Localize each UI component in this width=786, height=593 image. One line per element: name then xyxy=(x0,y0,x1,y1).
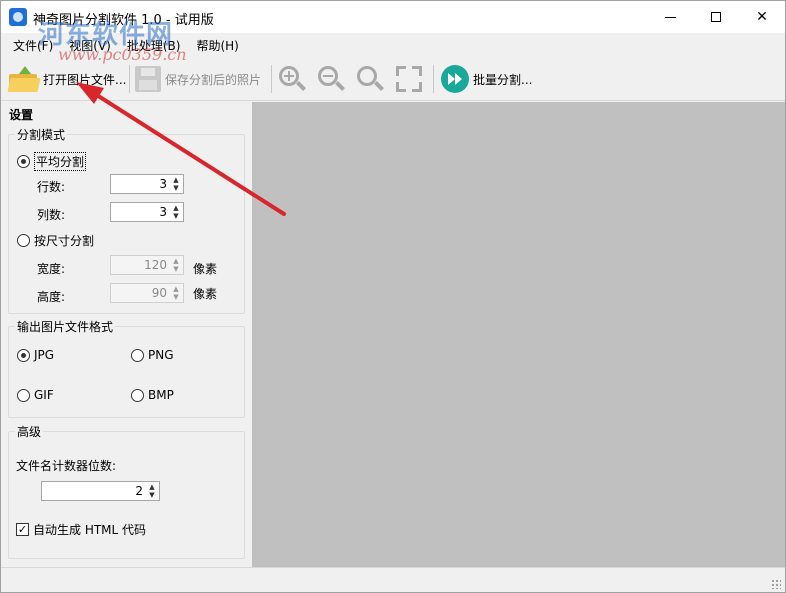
radio-icon xyxy=(131,348,144,362)
zoom-out-icon xyxy=(316,64,346,94)
radio-icon xyxy=(131,388,144,402)
height-spinbox[interactable]: 90 ▲ ▼ xyxy=(110,283,184,303)
app-logo-icon xyxy=(9,8,27,26)
format-png-radio[interactable]: PNG xyxy=(131,348,174,362)
fit-window-button[interactable] xyxy=(394,63,424,95)
close-button[interactable]: ✕ xyxy=(739,1,785,33)
rows-value: 3 xyxy=(159,177,167,191)
batch-split-icon xyxy=(441,65,469,93)
output-format-legend: 输出图片文件格式 xyxy=(15,318,116,335)
batch-split-button[interactable]: 批量分割... xyxy=(441,63,532,95)
format-bmp-label: BMP xyxy=(148,388,174,402)
fit-window-icon xyxy=(394,64,424,94)
radio-icon xyxy=(17,155,30,168)
maximize-icon xyxy=(711,12,721,22)
average-split-radio[interactable]: 平均分割 xyxy=(17,152,87,171)
radio-icon xyxy=(17,388,30,402)
status-bar xyxy=(1,567,785,592)
app-window: 神奇图片分割软件 1.0 - 试用版 ✕ 文件(F) 视图(V) 批处理(B) … xyxy=(0,0,786,593)
minimize-icon xyxy=(664,16,676,18)
split-mode-group: 分割模式 平均分割 行数: 3 ▲ ▼ 列数: 3 ▲ ▼ 按尺寸分割 宽度: … xyxy=(8,126,245,314)
average-split-label: 平均分割 xyxy=(34,152,87,171)
spin-arrows-icon[interactable]: ▲ ▼ xyxy=(171,285,181,301)
close-icon: ✕ xyxy=(756,9,768,25)
rows-spinbox[interactable]: 3 ▲ ▼ xyxy=(110,174,184,194)
format-jpg-radio[interactable]: JPG xyxy=(17,348,54,362)
output-format-group: 输出图片文件格式 JPG PNG GIF BMP xyxy=(8,318,245,418)
width-spinbox[interactable]: 120 ▲ ▼ xyxy=(110,255,184,275)
image-canvas[interactable] xyxy=(252,102,785,567)
cols-label: 列数: xyxy=(37,208,66,222)
size-split-radio[interactable]: 按尺寸分割 xyxy=(17,232,94,249)
settings-title: 设置 xyxy=(9,108,34,122)
toolbar-separator xyxy=(433,65,434,93)
spin-arrows-icon[interactable]: ▲ ▼ xyxy=(147,483,157,499)
advanced-legend: 高级 xyxy=(15,423,44,440)
split-mode-legend: 分割模式 xyxy=(15,126,68,143)
resize-grip-icon[interactable] xyxy=(771,579,781,589)
width-label: 宽度: xyxy=(37,262,66,276)
checkmark-icon: ✓ xyxy=(16,523,29,536)
advanced-group: 高级 文件名计数器位数: 2 ▲ ▼ ✓ 自动生成 HTML 代码 xyxy=(8,423,245,559)
digits-value: 2 xyxy=(135,484,143,498)
size-split-label: 按尺寸分割 xyxy=(34,234,95,248)
height-unit: 像素 xyxy=(193,287,218,301)
watermark-url: www.pc0359.cn xyxy=(58,45,187,64)
width-unit: 像素 xyxy=(193,262,218,276)
format-gif-radio[interactable]: GIF xyxy=(17,388,54,402)
cols-spinbox[interactable]: 3 ▲ ▼ xyxy=(110,202,184,222)
digits-label: 文件名计数器位数: xyxy=(16,459,117,473)
save-icon xyxy=(135,66,161,92)
zoom-out-button[interactable] xyxy=(316,63,346,95)
zoom-in-button[interactable] xyxy=(277,63,307,95)
folder-open-icon xyxy=(7,66,41,92)
menu-help[interactable]: 帮助(H) xyxy=(188,33,246,57)
batch-split-label: 批量分割... xyxy=(473,72,533,87)
spin-arrows-icon[interactable]: ▲ ▼ xyxy=(171,176,181,192)
open-image-button[interactable]: 打开图片文件... xyxy=(7,63,126,95)
zoom-reset-icon xyxy=(355,64,385,94)
zoom-in-icon xyxy=(277,64,307,94)
save-split-label: 保存分割后的照片 xyxy=(165,72,262,87)
auto-html-label: 自动生成 HTML 代码 xyxy=(33,523,147,537)
radio-icon xyxy=(17,348,30,362)
format-png-label: PNG xyxy=(148,348,174,362)
watermark: 河东软件网 www.pc0359.cn xyxy=(38,14,187,64)
minimize-button[interactable] xyxy=(647,1,693,33)
auto-html-checkbox[interactable]: ✓ 自动生成 HTML 代码 xyxy=(16,521,146,538)
height-label: 高度: xyxy=(37,290,66,304)
toolbar-separator xyxy=(129,65,130,93)
format-gif-label: GIF xyxy=(34,388,54,402)
save-split-button[interactable]: 保存分割后的照片 xyxy=(135,63,261,95)
width-value: 120 xyxy=(144,258,167,272)
settings-panel: 设置 分割模式 平均分割 行数: 3 ▲ ▼ 列数: 3 ▲ ▼ 按尺寸分割 宽… xyxy=(1,102,251,567)
spin-arrows-icon[interactable]: ▲ ▼ xyxy=(171,204,181,220)
digits-spinbox[interactable]: 2 ▲ ▼ xyxy=(41,481,160,501)
format-jpg-label: JPG xyxy=(34,348,55,362)
spin-arrows-icon[interactable]: ▲ ▼ xyxy=(171,257,181,273)
height-value: 90 xyxy=(151,286,167,300)
radio-icon xyxy=(17,234,30,247)
cols-value: 3 xyxy=(159,205,167,219)
format-bmp-radio[interactable]: BMP xyxy=(131,388,174,402)
maximize-button[interactable] xyxy=(693,1,739,33)
zoom-reset-button[interactable] xyxy=(355,63,385,95)
rows-label: 行数: xyxy=(37,180,66,194)
open-image-label: 打开图片文件... xyxy=(43,72,127,87)
toolbar-separator xyxy=(271,65,272,93)
